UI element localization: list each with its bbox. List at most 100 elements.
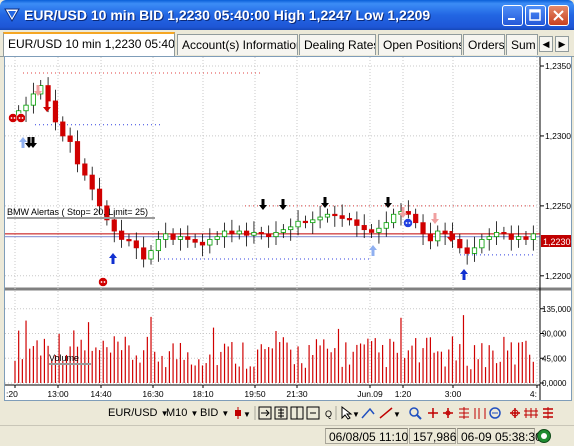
candle-body <box>199 241 206 246</box>
chart-panel[interactable]: 1,2350 1,2300 1,2250 1,2200 135,000 90,000 45,… <box>4 56 572 401</box>
candle-body <box>339 215 345 219</box>
tab-chart[interactable]: EUR/USD 10 min 1,2230 05:40:00 <box>3 32 175 56</box>
candle-body <box>457 239 463 249</box>
candle-body <box>119 230 125 240</box>
candle-body <box>501 232 507 235</box>
candle-body <box>229 230 235 235</box>
candle-body <box>288 226 294 231</box>
candle-body <box>133 240 139 249</box>
dropdown-arrow-icon: ▼ <box>190 409 199 418</box>
candle-body <box>346 218 353 221</box>
trendline-icon[interactable] <box>361 407 375 419</box>
price-type-select[interactable]: BID ▼ <box>200 405 229 421</box>
tab-scroll-left-button[interactable]: ◀ <box>539 36 553 52</box>
cursor-icon[interactable] <box>341 405 353 420</box>
period-select[interactable]: M10 ▼ <box>166 405 198 421</box>
candle-body <box>471 247 478 254</box>
alert-marker-dot <box>405 222 408 224</box>
candle-body <box>405 211 411 215</box>
candle-body <box>30 93 36 106</box>
time-tick-label: 14:40 <box>90 389 112 399</box>
candle-body <box>214 236 220 240</box>
candle-body <box>45 85 51 102</box>
candle-body <box>163 233 169 240</box>
tab-account-information[interactable]: Account(s) Information <box>177 34 298 55</box>
maximize-icon <box>529 9 541 21</box>
arrow-left-icon: ◀ <box>542 39 550 49</box>
candle-body <box>273 232 279 238</box>
grid-icon[interactable] <box>524 408 538 418</box>
tab-orders[interactable]: Orders <box>463 34 505 55</box>
line-tool-icon[interactable] <box>379 407 393 419</box>
maximize-button[interactable] <box>525 5 546 26</box>
candle-body <box>111 219 117 232</box>
connection-status-icon[interactable] <box>536 427 552 445</box>
time-tick-label: 1:20 <box>395 389 412 399</box>
indicator-icon[interactable] <box>489 407 501 419</box>
crosshair-icon[interactable] <box>428 408 438 418</box>
alert-marker-dot <box>103 281 106 283</box>
scroll-end-icon[interactable] <box>258 406 272 420</box>
candle-body <box>170 233 176 240</box>
status-bar: 06/08/05 11:10 157,9866 06-09 05:38:30 <box>0 425 574 446</box>
candle-body <box>479 239 485 249</box>
dropdown-arrow-icon: ▼ <box>221 409 230 418</box>
volume-label: Volume <box>49 353 79 363</box>
indicator-label: BMW Alertas ( Stop= 20, Limit= 25) <box>7 207 148 217</box>
tab-open-positions[interactable]: Open Positions <box>378 34 462 55</box>
candle-body <box>324 213 331 218</box>
split-view-icon[interactable] <box>290 406 304 420</box>
volume-bars <box>14 315 534 383</box>
levels-icon[interactable] <box>543 407 553 419</box>
price-type-value: BID <box>200 407 219 419</box>
candle-body <box>89 174 95 190</box>
candle-body <box>141 247 147 260</box>
instrument-select[interactable]: EUR/USD ▼ <box>108 405 169 421</box>
candle-body <box>155 239 161 252</box>
candle-body <box>148 250 154 260</box>
candle-body <box>368 229 375 233</box>
price-chart[interactable]: 1,2350 1,2300 1,2250 1,2200 135,000 90,000 45,… <box>5 57 571 400</box>
minimize-button[interactable] <box>502 5 523 26</box>
volume-tick-label: 135,000 <box>542 305 571 314</box>
time-zones-icon[interactable] <box>474 408 486 419</box>
zoom-query-icon[interactable]: Q <box>325 409 332 419</box>
minimize-icon <box>508 18 515 20</box>
dropdown-arrow-icon[interactable]: ▼ <box>352 410 360 419</box>
alert-marker-dot <box>408 222 411 224</box>
tab-scroll-right-button[interactable]: ▶ <box>555 36 569 52</box>
close-button[interactable] <box>548 5 569 26</box>
candle-body <box>295 220 301 228</box>
candle-body <box>207 239 213 246</box>
candle-body <box>96 188 103 207</box>
period-value: M10 <box>166 407 188 419</box>
alert-marker <box>8 113 18 123</box>
candle-body <box>413 213 419 224</box>
fibonacci-icon[interactable] <box>459 407 469 419</box>
title-bar[interactable]: EUR/USD 10 min BID 1,2230 05:40:00 High … <box>0 0 574 30</box>
candle-body <box>236 230 242 235</box>
tab-dealing-rates[interactable]: Dealing Rates <box>299 34 376 55</box>
candle-body <box>243 230 250 236</box>
price-tick-label: 1,2350 <box>545 61 571 71</box>
candle-body <box>23 104 29 112</box>
candle-style-icon[interactable] <box>235 407 241 419</box>
alert-marker-dot <box>21 117 24 119</box>
magnifier-icon[interactable] <box>409 407 422 420</box>
bar-spacing-icon[interactable] <box>274 406 288 420</box>
candle-body <box>126 239 132 242</box>
close-icon <box>553 10 564 21</box>
tab-summary[interactable]: Sum <box>506 34 538 55</box>
volume-tick-label: 0,0000 <box>542 379 567 388</box>
dropdown-arrow-icon[interactable]: ▼ <box>393 410 401 419</box>
instrument-value: EUR/USD <box>108 407 158 419</box>
candle-body <box>221 230 228 238</box>
crosshair-alt-icon[interactable] <box>443 408 453 418</box>
dropdown-arrow-icon[interactable]: ▼ <box>243 410 251 419</box>
candle-body <box>74 141 81 165</box>
properties-icon[interactable] <box>510 408 520 418</box>
time-tick-label: 13:00 <box>47 389 69 399</box>
alert-marker <box>16 113 26 123</box>
alert-marker-dot <box>100 281 103 283</box>
zoom-out-icon[interactable] <box>306 406 320 420</box>
